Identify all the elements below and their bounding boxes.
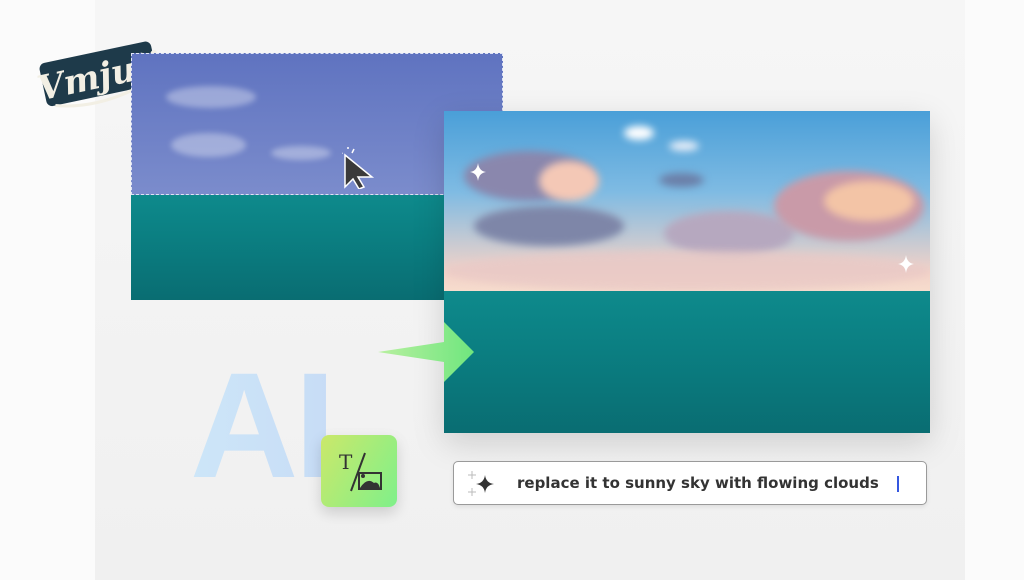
prompt-input[interactable]: replace it to sunny sky with flowing clo… (453, 461, 927, 505)
ai-label: AI (190, 341, 336, 509)
sparkle-icon (468, 471, 494, 496)
svg-text:T: T (339, 450, 353, 474)
sparkle-icon (898, 255, 914, 273)
text-to-image-button[interactable]: T (321, 435, 397, 507)
prompt-text: replace it to sunny sky with flowing clo… (517, 474, 879, 492)
text-to-image-icon: T (339, 450, 382, 492)
generated-image (444, 111, 930, 433)
arrow-right-icon (378, 322, 474, 382)
cursor-icon (342, 147, 375, 189)
text-caret (897, 476, 899, 492)
sparkle-icon (470, 163, 486, 181)
